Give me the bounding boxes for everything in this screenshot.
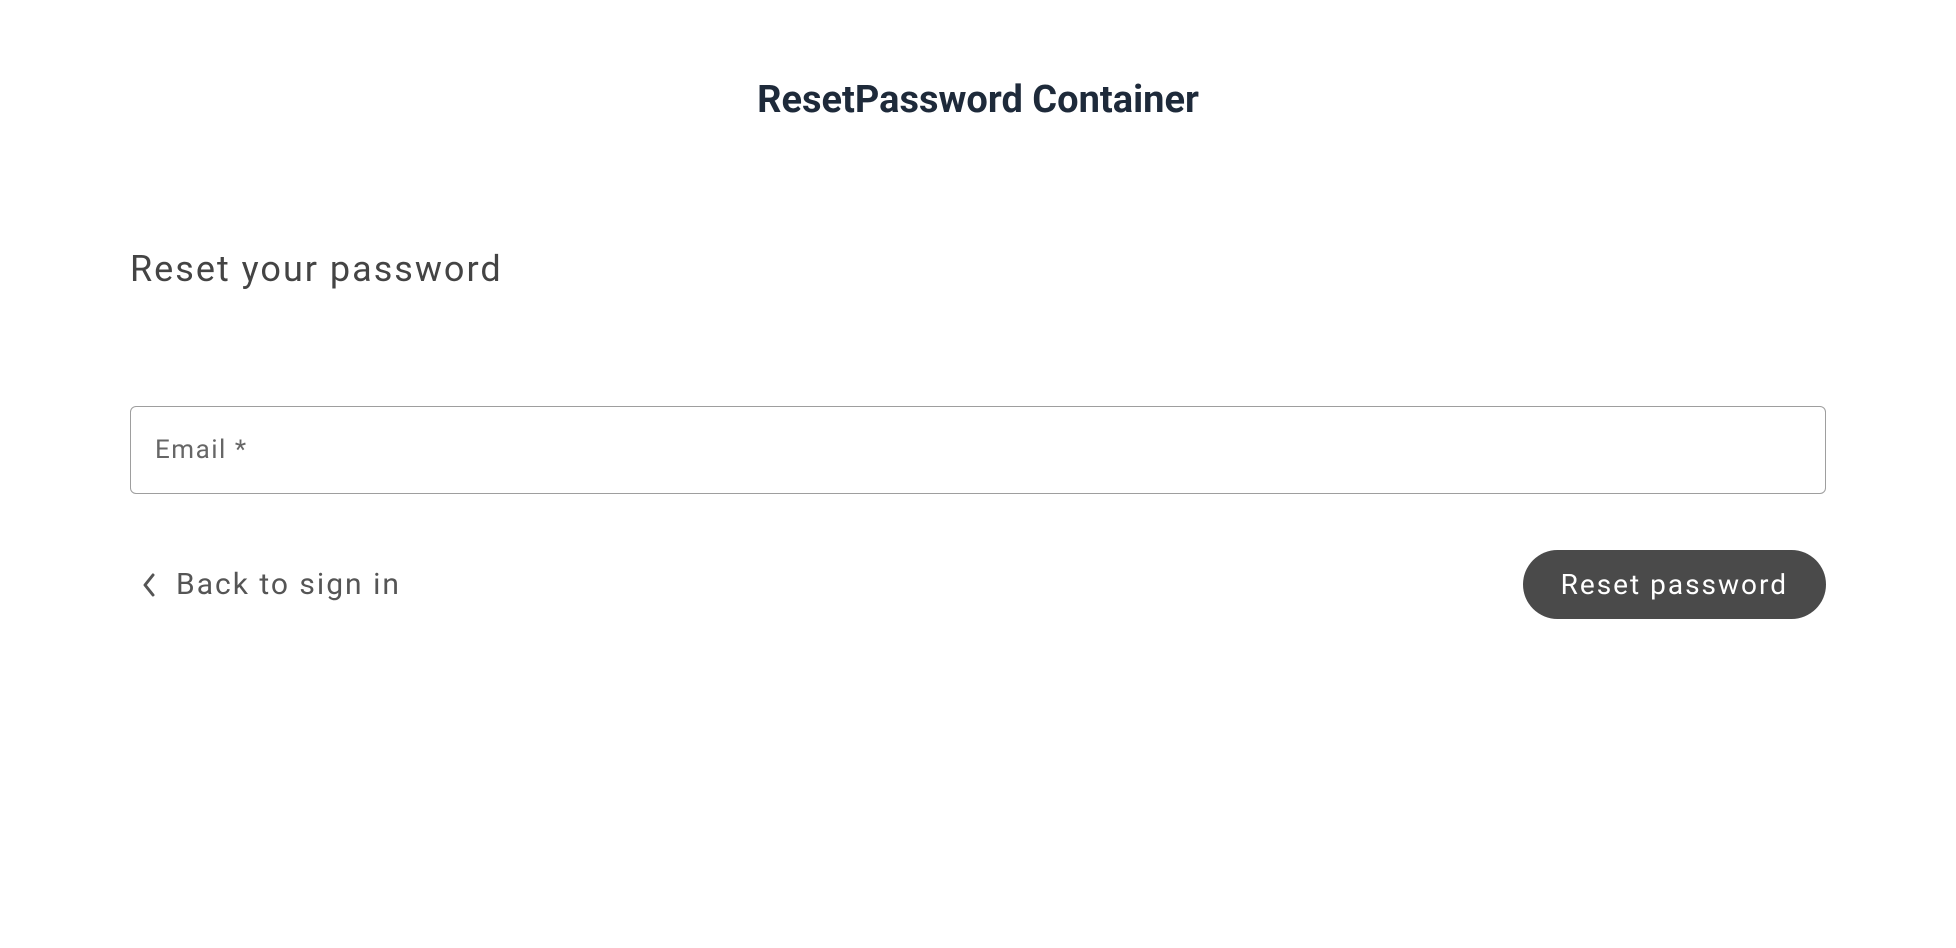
form-actions-row: Back to sign in Reset password	[130, 550, 1826, 619]
email-input[interactable]	[130, 406, 1826, 494]
form-heading: Reset your password	[130, 248, 1826, 290]
back-to-signin-link[interactable]: Back to sign in	[130, 559, 411, 610]
back-link-label: Back to sign in	[176, 567, 401, 602]
chevron-left-icon	[140, 570, 158, 600]
reset-password-form: Reset your password Back to sign in Rese…	[0, 248, 1956, 619]
reset-password-button[interactable]: Reset password	[1523, 550, 1826, 619]
email-field-wrapper	[130, 406, 1826, 494]
page-title: ResetPassword Container	[0, 0, 1956, 122]
